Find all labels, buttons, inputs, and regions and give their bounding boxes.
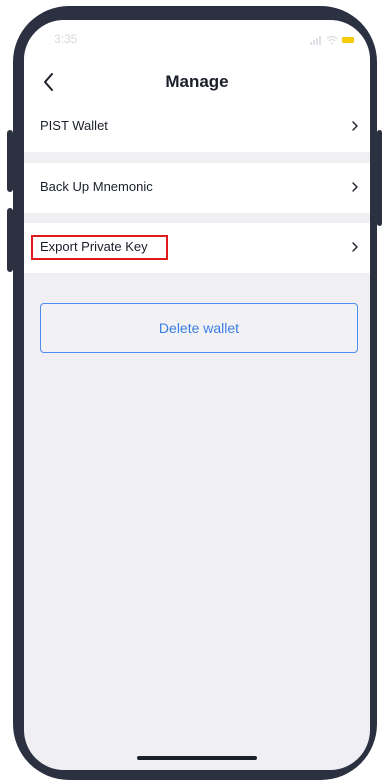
menu-item-back-up-mnemonic[interactable]: Back Up Mnemonic xyxy=(24,163,370,213)
menu-item-label: PIST Wallet xyxy=(40,118,108,133)
chevron-right-icon xyxy=(352,121,358,131)
chevron-right-icon xyxy=(352,182,358,192)
home-indicator[interactable] xyxy=(137,756,257,760)
signal-icon xyxy=(310,36,321,45)
page-title: Manage xyxy=(165,72,229,91)
menu-item-label: Export Private Key xyxy=(40,239,148,254)
menu-item-label: Back Up Mnemonic xyxy=(40,179,153,194)
menu-item-export-private-key[interactable]: Export Private Key xyxy=(24,223,370,273)
status-bar: 3:35 xyxy=(24,20,370,64)
delete-wallet-button[interactable]: Delete wallet xyxy=(40,303,358,353)
status-icons xyxy=(310,34,354,46)
menu-item-pist-wallet[interactable]: PIST Wallet xyxy=(24,102,370,152)
wifi-icon xyxy=(326,35,338,45)
phone-side-button-left-bottom xyxy=(7,208,13,272)
chevron-right-icon xyxy=(352,242,358,252)
app-screen: 3:35 Manage PIST Wallet Back Up Mnemonic… xyxy=(24,20,370,770)
status-time: 3:35 xyxy=(54,32,78,46)
phone-side-button-left-top xyxy=(7,130,13,192)
phone-side-button-right xyxy=(377,130,382,226)
navigation-bar: Manage xyxy=(24,64,370,102)
battery-icon xyxy=(342,37,354,43)
